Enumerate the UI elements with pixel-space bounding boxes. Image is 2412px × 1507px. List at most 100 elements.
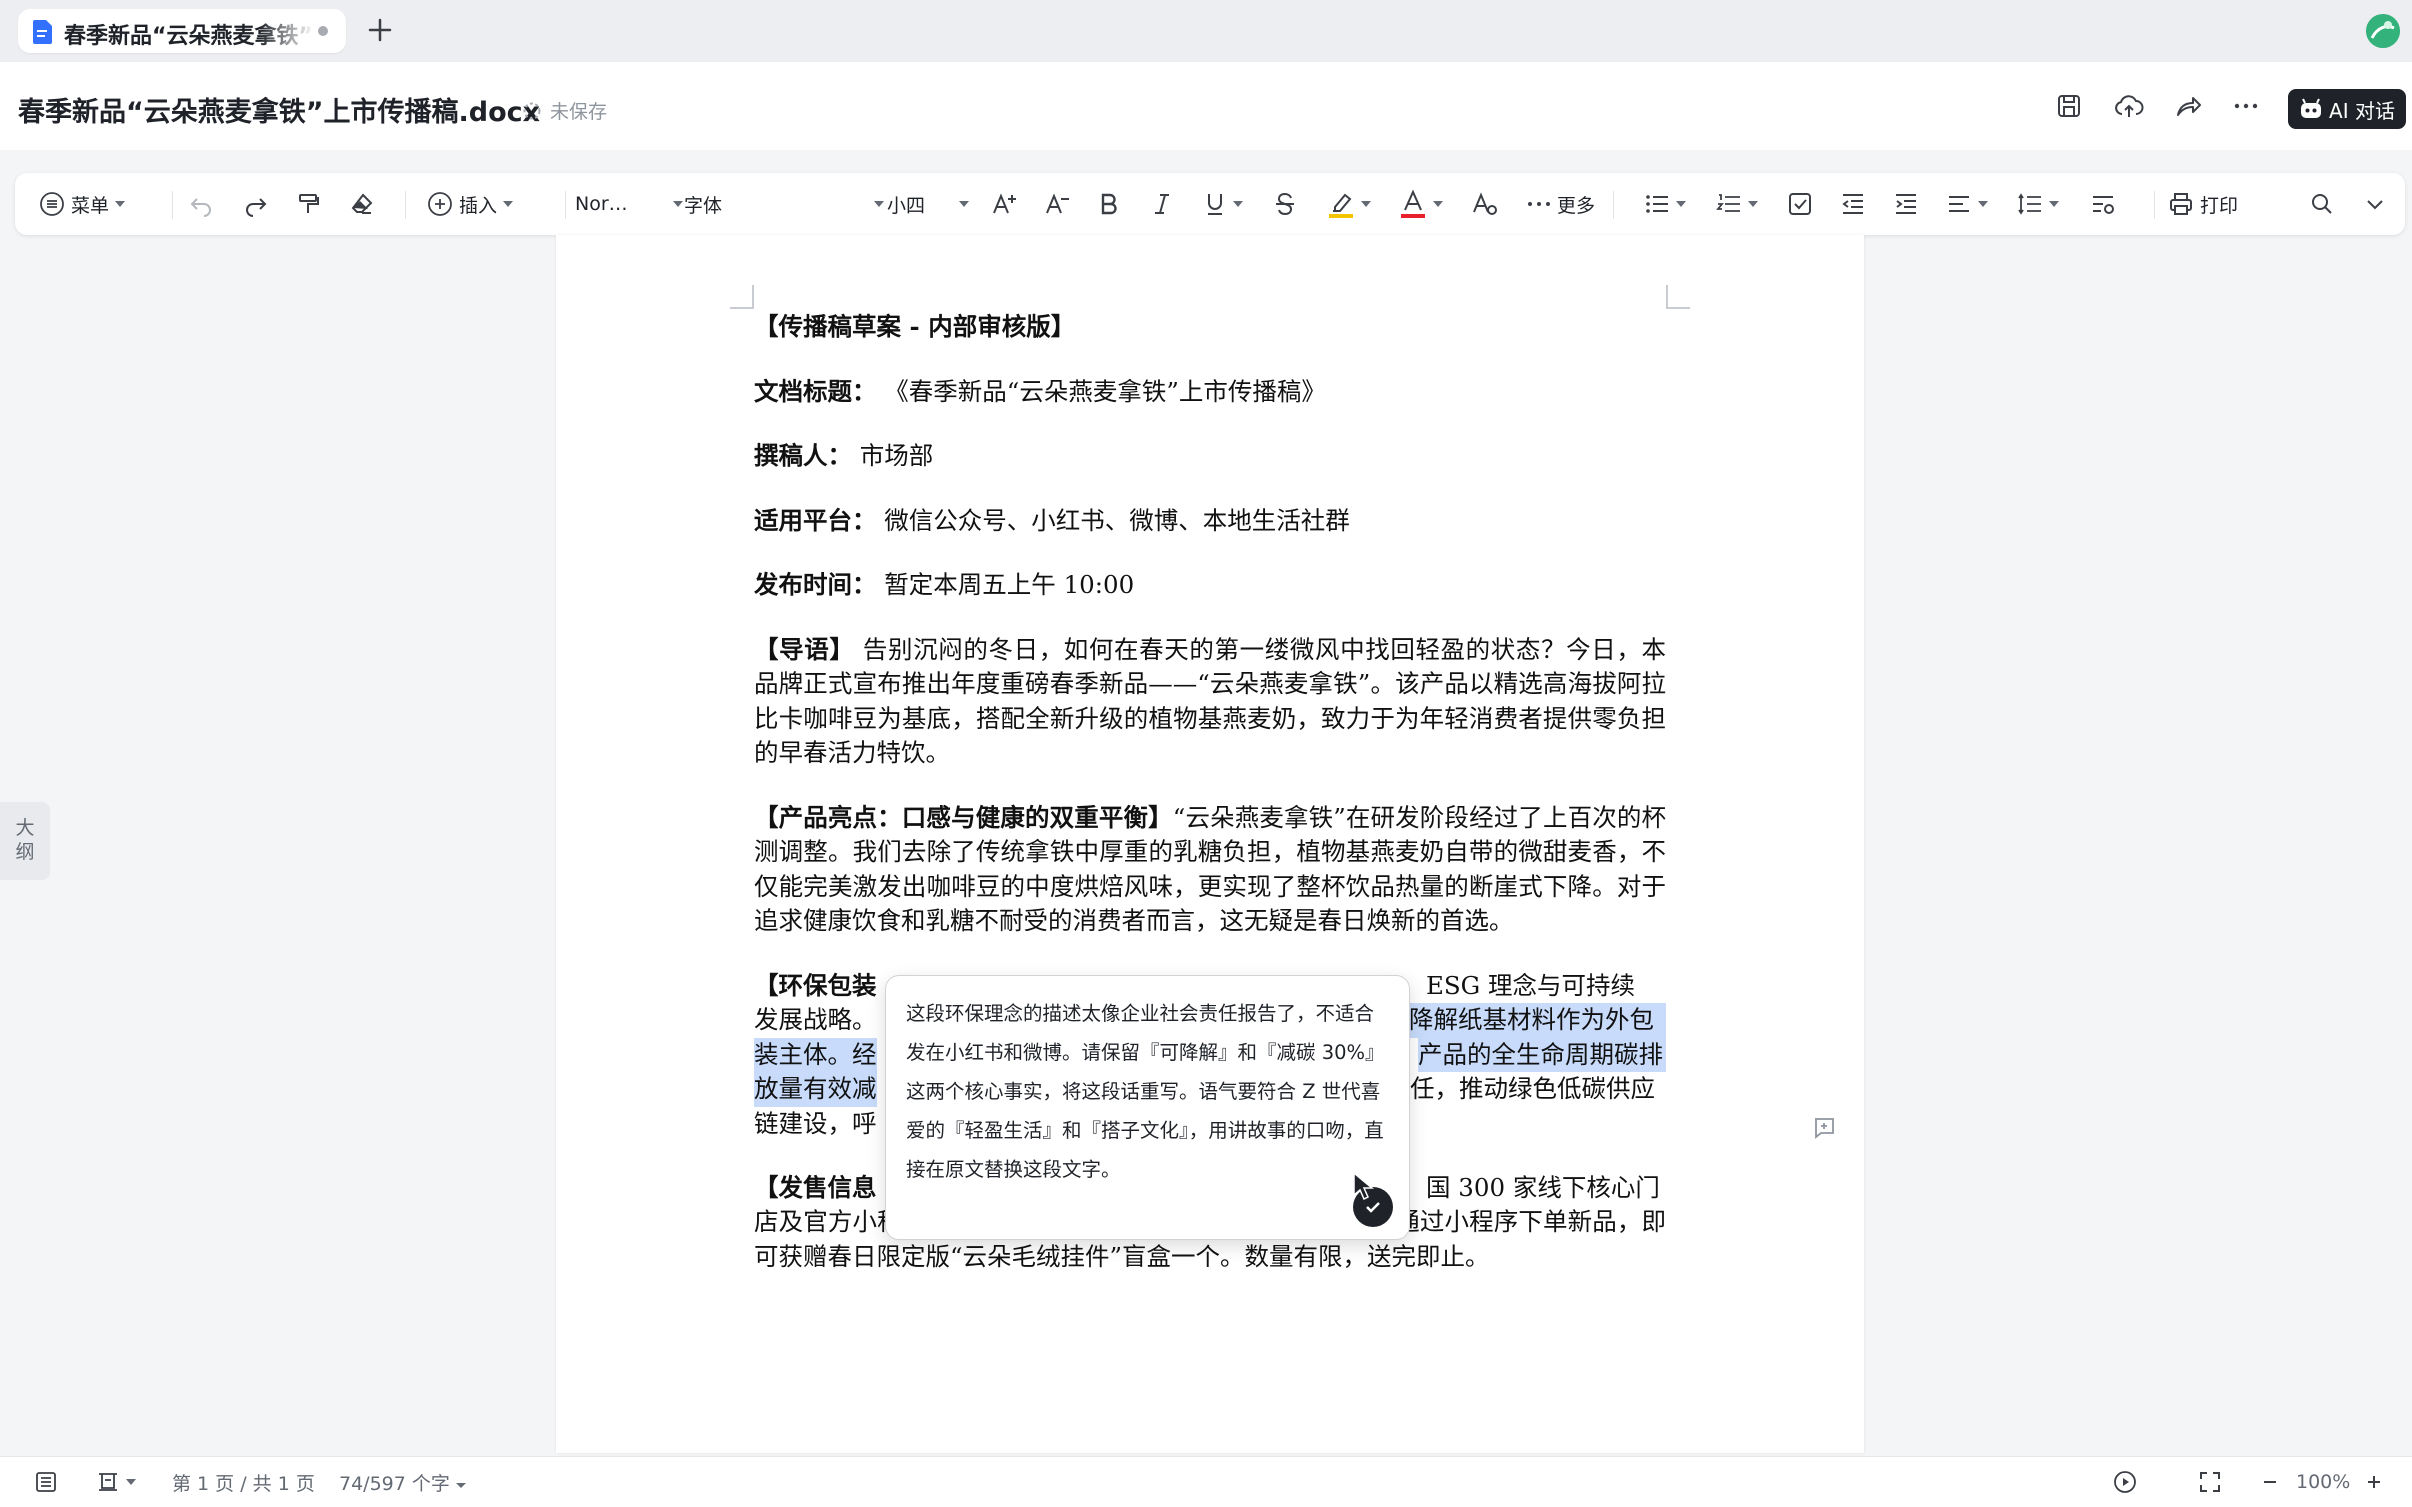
- align-button[interactable]: [1946, 173, 1988, 235]
- paragraph[interactable]: 文档标题： 《春季新品“云朵燕麦拿铁”上市传播稿》: [754, 375, 1666, 410]
- avatar[interactable]: [2366, 14, 2400, 48]
- undo-button[interactable]: [188, 173, 214, 235]
- field-label: 文档标题：: [754, 376, 877, 406]
- unsaved-dot-icon[interactable]: [318, 26, 328, 36]
- redo-button[interactable]: [243, 173, 269, 235]
- numbered-list-button[interactable]: [1716, 173, 1758, 235]
- selected-text: 装主体。经: [754, 1037, 877, 1072]
- paragraph[interactable]: 【导语】 告别沉闷的冬日，如何在春天的第一缕微风中找回轻盈的状态？今日，本品牌正…: [754, 633, 1666, 771]
- ai-prompt-popover[interactable]: 这段环保理念的描述太像企业社会责任报告了，不适合发在小红书和微博。请保留『可降解…: [885, 975, 1410, 1240]
- print-label: 打印: [2200, 194, 2239, 217]
- more-icon[interactable]: [2233, 98, 2259, 114]
- paragraph[interactable]: 适用平台： 微信公众号、小红书、微博、本地生活社群: [754, 504, 1666, 539]
- add-comment-icon[interactable]: [1812, 1116, 1836, 1140]
- undo-icon: [190, 198, 211, 217]
- style-select[interactable]: Nor…: [575, 173, 683, 235]
- more-format-button[interactable]: 更多: [1527, 173, 1595, 235]
- zoom-out-button[interactable]: [2260, 1457, 2280, 1507]
- field-value: 市场部: [859, 441, 934, 470]
- font-value: 字体: [684, 194, 723, 217]
- font-size-value: 小四: [887, 194, 926, 217]
- format-painter-icon: [299, 194, 319, 213]
- chevron-down-icon: [1978, 201, 1988, 207]
- strikethrough-button[interactable]: [1273, 173, 1297, 235]
- line-spacing-icon: [2018, 193, 2041, 215]
- collapse-toolbar-button[interactable]: [2362, 173, 2388, 235]
- italic-button[interactable]: [1150, 173, 1174, 235]
- insert-button[interactable]: 插入: [427, 173, 514, 235]
- title-bar: 春季新品“云朵燕麦拿铁”上市传播稿.docx 未保存 AI 对话: [0, 62, 2412, 150]
- fullscreen-button[interactable]: [2198, 1457, 2222, 1507]
- outline-view-button[interactable]: [34, 1457, 58, 1507]
- section-text: ESG 理念与可持续: [1426, 970, 1636, 1000]
- fullscreen-icon: [2200, 1472, 2220, 1492]
- increase-font-button[interactable]: [991, 173, 1019, 235]
- field-value: 暂定本周五上午 10:00: [884, 570, 1135, 599]
- checklist-button[interactable]: [1787, 173, 1813, 235]
- clear-format-button[interactable]: [349, 173, 375, 235]
- share-icon[interactable]: [2174, 93, 2202, 119]
- menu-button[interactable]: 菜单: [39, 173, 126, 235]
- strikethrough-icon: [1276, 192, 1294, 216]
- outdent-icon: [1842, 194, 1863, 214]
- font-size-select[interactable]: 小四: [887, 173, 969, 235]
- underline-button[interactable]: [1203, 173, 1243, 235]
- bullet-list-button[interactable]: [1644, 173, 1686, 235]
- ellipsis-icon: [1528, 202, 1550, 206]
- section-text: 国 300 家线下核心门: [1426, 1172, 1660, 1202]
- formatting-toolbar: 菜单 插入 Nor… 字体 小四 更多 打印: [15, 173, 2405, 235]
- line-spacing-button[interactable]: [2017, 173, 2059, 235]
- insert-label: 插入: [459, 194, 498, 217]
- underline-icon: [1208, 194, 1222, 215]
- page-layout-icon: [99, 1473, 117, 1491]
- format-painter-button[interactable]: [296, 173, 322, 235]
- chevron-down-icon: [115, 201, 126, 207]
- outdent-button[interactable]: [1840, 173, 1866, 235]
- save-status: 未保存: [522, 97, 607, 124]
- list-view-icon: [36, 1472, 56, 1492]
- cloud-upload-icon[interactable]: [2114, 93, 2144, 119]
- outline-label: 大纲: [15, 817, 35, 863]
- zoom-level[interactable]: 100%: [2296, 1457, 2350, 1507]
- section-label: 【导语】: [754, 634, 855, 664]
- field-value: 《春季新品“云朵燕麦拿铁”上市传播稿》: [884, 376, 1326, 406]
- bold-button[interactable]: [1097, 173, 1121, 235]
- tab-title: 春季新品“云朵燕麦拿铁”上市传播稿.docx: [64, 24, 314, 49]
- paragraph-settings-button[interactable]: [2090, 173, 2116, 235]
- section-label: 【产品亮点：口感与健康的双重平衡】: [754, 802, 1173, 832]
- font-color-button[interactable]: [1399, 173, 1443, 235]
- search-button[interactable]: [2309, 173, 2335, 235]
- font-select[interactable]: 字体: [684, 173, 884, 235]
- ai-robot-icon: [2301, 98, 2322, 118]
- paragraph[interactable]: 发布时间： 暂定本周五上午 10:00: [754, 568, 1666, 603]
- text-effect-button[interactable]: [1471, 173, 1499, 235]
- plus-icon[interactable]: [366, 16, 394, 44]
- zoom-in-button[interactable]: [2364, 1457, 2384, 1507]
- print-button[interactable]: 打印: [2168, 173, 2238, 235]
- document-tab[interactable]: 春季新品“云朵燕麦拿铁”上市传播稿.docx: [18, 9, 346, 53]
- eraser-icon: [351, 193, 373, 214]
- play-button[interactable]: [2112, 1457, 2138, 1507]
- ai-prompt-text[interactable]: 这段环保理念的描述太像企业社会责任报告了，不适合发在小红书和微博。请保留『可降解…: [906, 994, 1387, 1189]
- decrease-font-button[interactable]: [1044, 173, 1072, 235]
- save-icon[interactable]: [2056, 93, 2082, 119]
- document-title[interactable]: 春季新品“云朵燕麦拿铁”上市传播稿.docx: [18, 90, 540, 129]
- outline-toggle[interactable]: 大纲: [0, 802, 50, 880]
- paragraph[interactable]: 【产品亮点：口感与健康的双重平衡】“云朵燕麦拿铁”在研发阶段经过了上百次的杯测调…: [754, 801, 1666, 939]
- chevron-down-icon: [126, 1479, 136, 1485]
- paragraph[interactable]: 【传播稿草案 - 内部审核版】: [754, 310, 1666, 345]
- indent-button[interactable]: [1893, 173, 1919, 235]
- paragraph[interactable]: 撰稿人： 市场部: [754, 439, 1666, 474]
- ai-chat-button[interactable]: AI 对话: [2288, 89, 2406, 129]
- menu-icon: [40, 192, 64, 216]
- field-value: 微信公众号、小红书、微博、本地生活社群: [884, 505, 1350, 535]
- text-effect-icon: [1473, 192, 1497, 215]
- page-margin-corner-mark: [1666, 285, 1690, 309]
- page-view-button[interactable]: [96, 1457, 136, 1507]
- highlight-color-button[interactable]: [1327, 173, 1371, 235]
- section-label: 【发售信息: [754, 1172, 877, 1202]
- word-count[interactable]: 74/597 个字: [339, 1457, 466, 1507]
- plus-circle-icon: [428, 192, 452, 216]
- chevron-down-icon: [2367, 200, 2383, 210]
- menu-label: 菜单: [71, 194, 110, 217]
